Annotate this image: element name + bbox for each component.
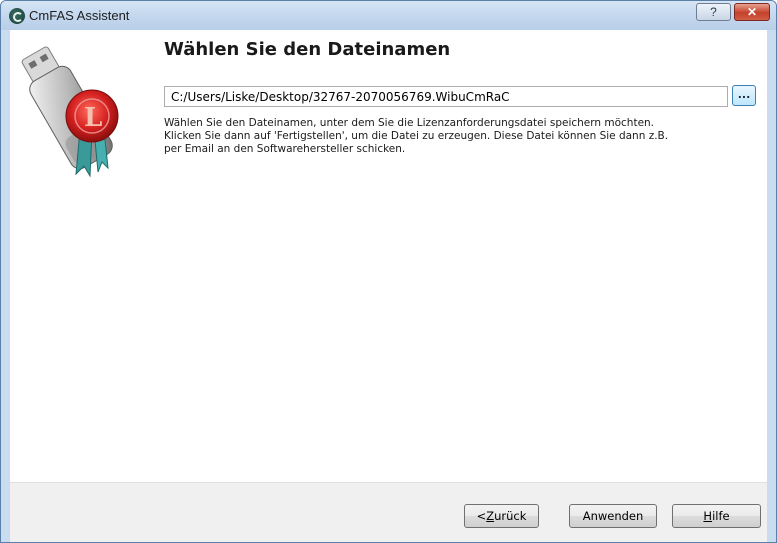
page-heading: Wählen Sie den Dateinamen (164, 39, 451, 60)
title-help-button[interactable]: ? (696, 3, 731, 21)
back-mnemonic: Z (486, 509, 495, 523)
help-button[interactable]: Hilfe (672, 504, 761, 528)
window-title: CmFAS Assistent (29, 8, 130, 23)
wizard-footer: < Zurück Anwenden Hilfe (10, 482, 767, 542)
app-icon (9, 8, 25, 24)
apply-button[interactable]: Anwenden (569, 504, 657, 528)
close-button[interactable]: ✕ (734, 3, 770, 21)
dongle-seal-logo: L (21, 46, 119, 178)
help-mnemonic: H (703, 509, 713, 523)
back-prefix: < (476, 509, 487, 523)
back-label-rest: urück (494, 509, 527, 523)
help-label-rest: ilfe (712, 509, 730, 523)
cmfas-assistant-window: CmFAS Assistent ? ✕ L Wählen Sie den Dat… (0, 0, 777, 543)
description-line: Klicken Sie dann auf 'Fertigstellen', um… (164, 130, 669, 142)
description-line: Wählen Sie den Dateinamen, unter dem Sie… (164, 117, 655, 129)
description-text: Wählen Sie den Dateinamen, unter dem Sie… (164, 117, 749, 156)
back-button[interactable]: < Zurück (464, 504, 539, 528)
svg-text:L: L (84, 103, 102, 133)
browse-button[interactable]: ... (732, 85, 756, 106)
title-bar[interactable]: CmFAS Assistent ? ✕ (1, 1, 776, 30)
filename-input[interactable] (164, 86, 728, 107)
description-line: per Email an den Softwarehersteller schi… (164, 143, 406, 155)
